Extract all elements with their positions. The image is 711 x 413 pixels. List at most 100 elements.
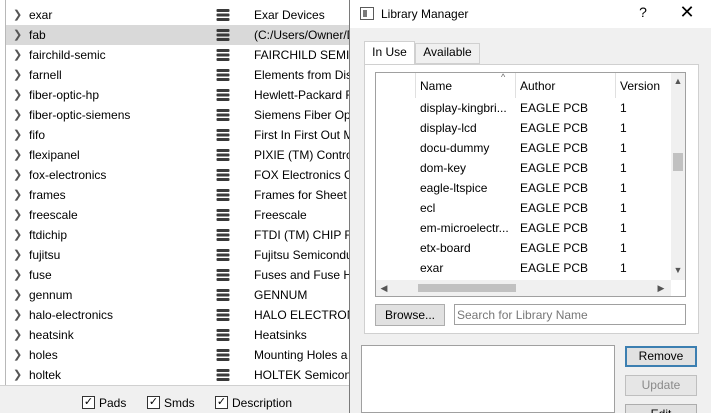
library-name: fox-electronics <box>29 168 107 182</box>
library-name: farnell <box>29 68 62 82</box>
column-header-author[interactable]: Author <box>516 73 616 98</box>
chevron-right-icon[interactable]: ❯ <box>13 128 23 142</box>
chevron-right-icon[interactable]: ❯ <box>13 308 23 322</box>
library-description: FTDI (TM) CHIP Futu <box>254 228 351 242</box>
table-row[interactable]: ecl EAGLE PCB 1 <box>376 197 671 217</box>
library-name: fiber-optic-hp <box>29 88 100 102</box>
vertical-scrollbar[interactable]: ▲ ▼ <box>671 73 685 280</box>
library-row[interactable]: ❯ freescale Freescale <box>6 205 351 225</box>
chevron-right-icon[interactable]: ❯ <box>13 368 23 382</box>
table-row[interactable]: etx-board EAGLE PCB 1 <box>376 237 671 257</box>
update-button[interactable]: Update <box>625 375 697 396</box>
library-row[interactable]: ❯ fab (C:/Users/Owner/Do <box>6 25 351 45</box>
sort-ascending-icon: ^ <box>501 72 506 82</box>
table-row[interactable]: eagle-ltspice EAGLE PCB 1 <box>376 177 671 197</box>
chevron-right-icon[interactable]: ❯ <box>13 268 23 282</box>
chevron-right-icon[interactable]: ❯ <box>13 328 23 342</box>
library-description-box <box>361 345 615 413</box>
library-database-icon <box>216 349 230 361</box>
library-row[interactable]: ❯ holes Mounting Holes a <box>6 345 351 365</box>
library-row[interactable]: ❯ fox-electronics FOX Electronics Cr <box>6 165 351 185</box>
row-author: EAGLE PCB <box>520 101 589 115</box>
edit-button[interactable]: Edit <box>625 404 697 413</box>
library-row[interactable]: ❯ fuse Fuses and Fuse Ho <box>6 265 351 285</box>
chevron-right-icon[interactable]: ❯ <box>13 108 23 122</box>
table-row[interactable]: display-kingbri... EAGLE PCB 1 <box>376 97 671 117</box>
library-row[interactable]: ❯ holtek HOLTEK Semicono <box>6 365 351 385</box>
table-row[interactable]: docu-dummy EAGLE PCB 1 <box>376 137 671 157</box>
library-database-icon <box>216 29 230 41</box>
chevron-right-icon[interactable]: ❯ <box>13 188 23 202</box>
row-name: display-kingbri... <box>420 101 507 115</box>
library-description: Siemens Fiber Opt <box>254 108 351 122</box>
table-row[interactable]: display-lcd EAGLE PCB 1 <box>376 117 671 137</box>
library-row[interactable]: ❯ fujitsu Fujitsu Semicondu <box>6 245 351 265</box>
row-name: dom-key <box>420 161 467 175</box>
chevron-right-icon[interactable]: ❯ <box>13 348 23 362</box>
library-row[interactable]: ❯ fairchild-semic FAIRCHILD SEMICO <box>6 45 351 65</box>
table-row[interactable]: exar EAGLE PCB 1 <box>376 257 671 277</box>
table-row[interactable]: em-microelectr... EAGLE PCB 1 <box>376 217 671 237</box>
chevron-right-icon[interactable]: ❯ <box>13 28 23 42</box>
row-author: EAGLE PCB <box>520 261 589 275</box>
library-description: Exar Devices <box>254 8 325 22</box>
chevron-right-icon[interactable]: ❯ <box>13 48 23 62</box>
vertical-scroll-thumb[interactable] <box>673 153 683 171</box>
column-header-name[interactable]: ^ Name <box>416 73 516 98</box>
column-header-version[interactable]: Version <box>616 73 671 98</box>
library-description: First In First Out M <box>254 128 351 142</box>
scroll-right-icon[interactable]: ▶ <box>656 283 666 293</box>
dialog-title-bar[interactable]: Library Manager ? ✕ <box>350 0 711 28</box>
scroll-down-icon[interactable]: ▼ <box>673 265 683 275</box>
library-database-icon <box>216 329 230 341</box>
chevron-right-icon[interactable]: ❯ <box>13 8 23 22</box>
library-row[interactable]: ❯ flexipanel PIXIE (TM) Contro <box>6 145 351 165</box>
horizontal-scroll-thumb[interactable] <box>418 284 516 292</box>
chevron-right-icon[interactable]: ❯ <box>13 208 23 222</box>
library-tree: ❯exarExar Devices❯fab(C:/Users/Owner/Do❯… <box>5 0 351 385</box>
help-button[interactable]: ? <box>635 4 651 22</box>
library-row[interactable]: ❯ fifo First In First Out M <box>6 125 351 145</box>
library-row[interactable]: ❯ gennum GENNUM <box>6 285 351 305</box>
library-row[interactable]: ❯ heatsink Heatsinks <box>6 325 351 345</box>
scroll-left-icon[interactable]: ◀ <box>379 283 389 293</box>
library-name: flexipanel <box>29 148 80 162</box>
library-row[interactable]: ❯ ftdichip FTDI (TM) CHIP Futu <box>6 225 351 245</box>
pads-checkbox[interactable]: ✓ <box>82 396 95 409</box>
chevron-right-icon[interactable]: ❯ <box>13 248 23 262</box>
library-description: Fujitsu Semicondu <box>254 248 351 262</box>
library-name: gennum <box>29 288 73 302</box>
smds-checkbox[interactable]: ✓ <box>147 396 160 409</box>
chevron-right-icon[interactable]: ❯ <box>13 228 23 242</box>
library-description: HALO ELECTRONI <box>254 308 351 322</box>
table-row[interactable]: dom-key EAGLE PCB 1 <box>376 157 671 177</box>
close-icon[interactable]: ✕ <box>678 3 696 23</box>
row-name: em-microelectr... <box>420 221 509 235</box>
tab-available[interactable]: Available <box>415 43 480 64</box>
library-row[interactable]: ❯ frames Frames for Sheet a <box>6 185 351 205</box>
browse-button[interactable]: Browse... <box>375 304 445 326</box>
library-row[interactable]: ❯ halo-electronics HALO ELECTRONI <box>6 305 351 325</box>
chevron-right-icon[interactable]: ❯ <box>13 68 23 82</box>
tab-in-use[interactable]: In Use <box>364 41 415 65</box>
library-search-input[interactable] <box>454 304 686 325</box>
scroll-up-icon[interactable]: ▲ <box>673 76 683 86</box>
library-row[interactable]: ❯ farnell Elements from Dis <box>6 65 351 85</box>
description-checkbox[interactable]: ✓ <box>215 396 228 409</box>
library-row[interactable]: ❯ exar Exar Devices <box>6 5 351 25</box>
library-row[interactable]: ❯ fiber-optic-siemens Siemens Fiber Opt <box>6 105 351 125</box>
row-name: ecl <box>420 201 436 215</box>
remove-button[interactable]: Remove <box>625 346 697 367</box>
chevron-right-icon[interactable]: ❯ <box>13 148 23 162</box>
horizontal-scrollbar[interactable]: ◀ ▶ <box>376 280 671 296</box>
library-database-icon <box>216 169 230 181</box>
in-use-pane: ^ Name Author Version display-kingbri...… <box>364 64 699 334</box>
chevron-right-icon[interactable]: ❯ <box>13 88 23 102</box>
row-version: 1 <box>620 141 627 155</box>
library-name: frames <box>29 188 66 202</box>
library-description: GENNUM <box>254 288 308 302</box>
library-database-icon <box>216 189 230 201</box>
library-row[interactable]: ❯ fiber-optic-hp Hewlett-Packard F <box>6 85 351 105</box>
chevron-right-icon[interactable]: ❯ <box>13 168 23 182</box>
chevron-right-icon[interactable]: ❯ <box>13 288 23 302</box>
